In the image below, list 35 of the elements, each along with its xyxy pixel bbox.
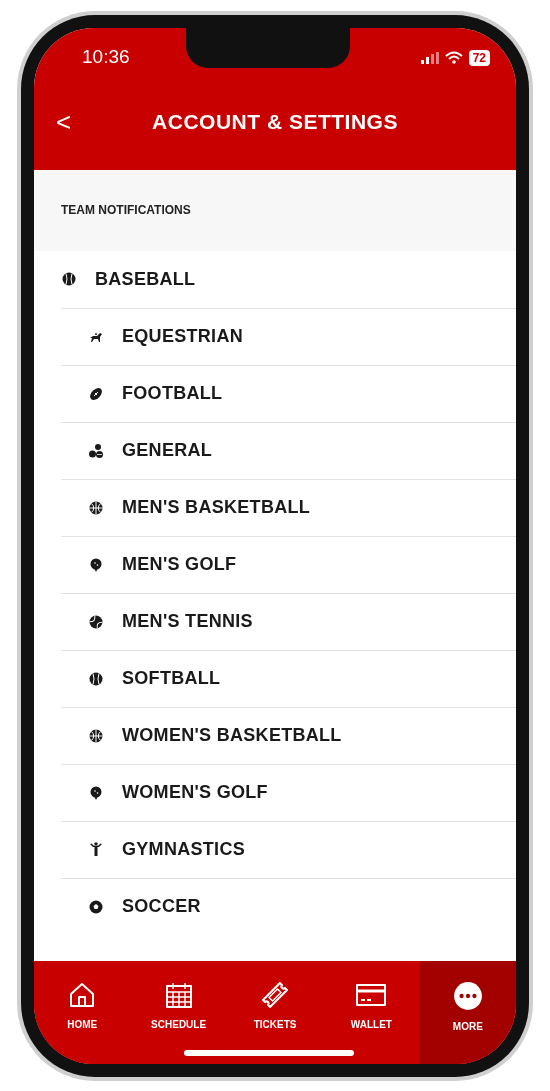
basketball-icon xyxy=(88,499,104,516)
sports-balls-icon xyxy=(88,442,104,459)
notification-item[interactable]: MEN'S BASKETBALL xyxy=(61,478,516,536)
page-title: ACCOUNT & SETTINGS xyxy=(152,108,398,135)
notification-item[interactable]: FOOTBALL xyxy=(61,364,516,422)
notification-item[interactable]: SOFTBALL xyxy=(61,649,516,707)
notification-item[interactable]: WOMEN'S GOLF xyxy=(61,763,516,821)
golf-ball-icon xyxy=(88,784,104,801)
tab-item[interactable]: MORE xyxy=(419,960,516,1064)
calendar-icon xyxy=(164,980,193,1009)
battery-indicator: 72 xyxy=(468,49,490,66)
home-icon xyxy=(68,980,97,1009)
back-button[interactable]: < xyxy=(56,108,72,135)
notification-item[interactable]: EQUESTRIAN xyxy=(61,307,516,365)
notification-item[interactable]: GENERAL xyxy=(61,421,516,479)
notification-item[interactable]: SOCCER xyxy=(61,877,516,935)
gymnast-icon xyxy=(88,841,104,858)
baseball-icon xyxy=(61,271,77,287)
wifi-icon xyxy=(444,51,463,64)
football-icon xyxy=(88,385,104,402)
basketball-icon xyxy=(88,727,104,744)
ticket-icon xyxy=(261,980,289,1009)
section-title: TEAM NOTIFICATIONS xyxy=(61,202,191,219)
status-time: 10:36 xyxy=(82,45,130,70)
notification-item[interactable]: BASEBALL xyxy=(34,250,516,308)
more-icon xyxy=(452,980,483,1011)
signal-icon xyxy=(420,51,439,64)
notification-item[interactable]: MEN'S GOLF xyxy=(61,535,516,593)
golf-ball-icon xyxy=(88,556,104,573)
notification-item[interactable]: MEN'S TENNIS xyxy=(61,592,516,650)
tennis-ball-icon xyxy=(88,613,104,630)
notification-item[interactable]: GYMNASTICS xyxy=(61,820,516,878)
baseball-icon xyxy=(88,670,104,687)
notification-item[interactable]: WOMEN'S BASKETBALL xyxy=(61,706,516,764)
soccer-ball-icon xyxy=(88,898,104,915)
